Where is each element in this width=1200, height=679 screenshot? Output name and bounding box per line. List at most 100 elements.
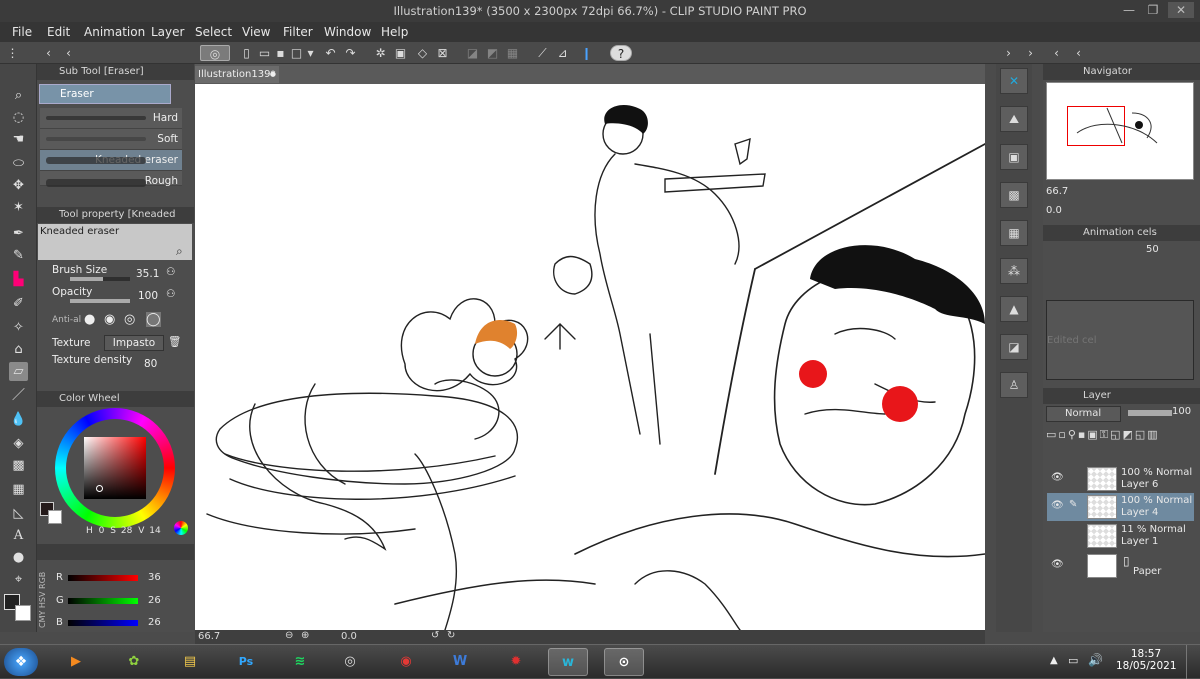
- save-icon[interactable]: ▪: [272, 45, 289, 61]
- menu-help[interactable]: Help: [381, 25, 408, 39]
- green-slider[interactable]: [68, 598, 138, 604]
- menu-edit[interactable]: Edit: [47, 25, 70, 39]
- image-icon[interactable]: ▲: [1000, 296, 1028, 322]
- menu-select[interactable]: Select: [195, 25, 232, 39]
- sub-color-swatch[interactable]: [15, 605, 31, 621]
- panel-collapse-icon-right-2[interactable]: ‹: [1070, 45, 1087, 61]
- wheel-sub-swatch[interactable]: [48, 510, 62, 524]
- zoom-out-icon[interactable]: ⊖: [285, 630, 293, 641]
- menu-view[interactable]: View: [242, 25, 270, 39]
- material-icon[interactable]: ✕: [1000, 68, 1028, 94]
- line-tool-icon[interactable]: ／: [9, 386, 28, 405]
- visibility-eye-icon[interactable]: 👁: [1051, 559, 1064, 570]
- invert-selection-icon[interactable]: ◩: [484, 45, 501, 61]
- layer-row-1[interactable]: 11 % Normal Layer 1: [1047, 522, 1194, 550]
- tray-volume-icon[interactable]: 🔊: [1088, 653, 1103, 667]
- antialias-weak-icon[interactable]: ◉: [104, 312, 115, 327]
- panel-collapse-icon-right[interactable]: ‹: [1048, 45, 1065, 61]
- taskbar-clip-studio-paint[interactable]: ⊙: [604, 648, 644, 676]
- eraser-tool-icon[interactable]: ▱: [9, 362, 28, 381]
- selection-tool-icon[interactable]: ✥: [9, 176, 28, 195]
- visibility-eye-icon[interactable]: 👁: [1051, 500, 1064, 511]
- close-button[interactable]: ✕: [1168, 2, 1194, 18]
- visibility-eye-icon[interactable]: 👁: [1051, 472, 1064, 483]
- magnifier-icon[interactable]: ⌕: [176, 244, 183, 259]
- crop-icon[interactable]: ▦: [504, 45, 521, 61]
- pattern-icon[interactable]: ⁂: [1000, 258, 1028, 284]
- taskbar-picasa[interactable]: ✿: [114, 648, 154, 676]
- zoom-in-icon[interactable]: ⊕: [301, 630, 309, 641]
- menu-file[interactable]: File: [12, 25, 32, 39]
- ruler-icon[interactable]: ⟋: [534, 45, 551, 61]
- antialias-strong-icon[interactable]: ◯: [146, 312, 161, 327]
- panel-arrow-right-icon-2[interactable]: ›: [1022, 45, 1039, 61]
- panel-arrow-right-icon[interactable]: ›: [1000, 45, 1017, 61]
- taskbar-clip-studio[interactable]: ◎: [330, 648, 370, 676]
- taskbar-photoshop[interactable]: Ps: [226, 648, 266, 676]
- menu-animation[interactable]: Animation: [84, 25, 145, 39]
- tray-device-icon[interactable]: ▭: [1068, 654, 1078, 667]
- layer-row-paper[interactable]: 👁 ▯ Paper: [1047, 552, 1194, 580]
- fill-icon[interactable]: ◇: [414, 45, 431, 61]
- navigator-preview[interactable]: [1046, 82, 1194, 180]
- delete-icon[interactable]: ▣: [392, 45, 409, 61]
- figure-icon[interactable]: ♙: [1000, 372, 1028, 398]
- redo-icon[interactable]: ↷: [342, 45, 359, 61]
- edited-cel-field[interactable]: [1046, 300, 1194, 380]
- text-tool-icon[interactable]: A: [9, 526, 28, 545]
- brush-soft[interactable]: Soft: [40, 129, 182, 150]
- wand-tool-icon[interactable]: ✶: [9, 198, 28, 217]
- red-slider[interactable]: [68, 575, 138, 581]
- decoration-tool-icon[interactable]: ✧: [9, 318, 28, 337]
- help-icon[interactable]: ?: [610, 45, 632, 61]
- clear-icon[interactable]: ✲: [372, 45, 389, 61]
- cube-icon[interactable]: ▣: [1000, 144, 1028, 170]
- frame-tool-icon[interactable]: ▦: [9, 480, 28, 499]
- panel-collapse-icon[interactable]: ⋮: [4, 45, 21, 61]
- tray-arrow-icon[interactable]: ▲: [1050, 655, 1058, 666]
- clip-studio-icon[interactable]: ◎: [200, 45, 230, 61]
- texture-select[interactable]: Impasto: [104, 335, 164, 351]
- show-desktop-button[interactable]: [1186, 645, 1200, 679]
- landscape-icon[interactable]: ⛰: [1000, 106, 1028, 132]
- taskbar-spotify[interactable]: ≋: [280, 648, 320, 676]
- trash-icon[interactable]: 🗑: [168, 335, 181, 348]
- frame-icon[interactable]: ◪: [1000, 334, 1028, 360]
- brush-rough[interactable]: Rough: [40, 171, 182, 187]
- move-tool-icon[interactable]: ◌: [9, 108, 28, 127]
- menu-window[interactable]: Window: [324, 25, 371, 39]
- brush-hard[interactable]: Hard: [40, 108, 182, 129]
- hand-tool-icon[interactable]: ☚: [9, 130, 28, 149]
- brush-kneaded-eraser[interactable]: Kneaded eraser: [40, 150, 182, 171]
- pen-icon[interactable]: ❙: [578, 45, 595, 61]
- undo-icon[interactable]: ↶: [322, 45, 339, 61]
- brush-size-slider[interactable]: [70, 277, 130, 281]
- pen-tool-icon[interactable]: ✒: [9, 224, 28, 243]
- rotate-left-icon[interactable]: ↺: [431, 630, 439, 641]
- dynamics-icon[interactable]: ⚇: [166, 266, 175, 278]
- gradient-tool-icon[interactable]: ▩: [9, 456, 28, 475]
- fill-tool-icon[interactable]: ◈: [9, 434, 28, 453]
- airbrush-tool-icon[interactable]: ✐: [9, 294, 28, 313]
- layer-opacity-slider[interactable]: [1128, 410, 1172, 416]
- antialias-none-icon[interactable]: ●: [84, 312, 95, 327]
- snap-icon[interactable]: ⊿: [554, 45, 571, 61]
- taskbar-media-player[interactable]: ▶: [56, 648, 96, 676]
- taskbar-app-red[interactable]: ✹: [496, 648, 536, 676]
- taskbar-file-explorer[interactable]: ▤: [170, 648, 210, 676]
- rotate-right-icon[interactable]: ↻: [447, 630, 455, 641]
- checker-icon[interactable]: ▦: [1000, 220, 1028, 246]
- layer-row-4[interactable]: 👁 ✎ 100 % Normal Layer 4: [1047, 493, 1194, 521]
- saturation-value-square[interactable]: [84, 437, 146, 499]
- blue-slider[interactable]: [68, 620, 138, 626]
- deselect-icon[interactable]: ◪: [464, 45, 481, 61]
- balloon-tool-icon[interactable]: ●: [9, 548, 28, 567]
- open-file-icon[interactable]: ▭: [256, 45, 273, 61]
- start-button[interactable]: ❖: [4, 648, 38, 676]
- tab-close-icon[interactable]: ●: [270, 66, 276, 83]
- taskbar-app-w[interactable]: w: [548, 648, 588, 676]
- color-slider-tabs[interactable]: CMY HSV RGB: [38, 564, 50, 628]
- ruler-tool-icon[interactable]: ◺: [9, 504, 28, 523]
- zoom-tool-icon[interactable]: ⌕: [9, 86, 28, 105]
- panel-arrow-left-icon-2[interactable]: ‹: [60, 45, 77, 61]
